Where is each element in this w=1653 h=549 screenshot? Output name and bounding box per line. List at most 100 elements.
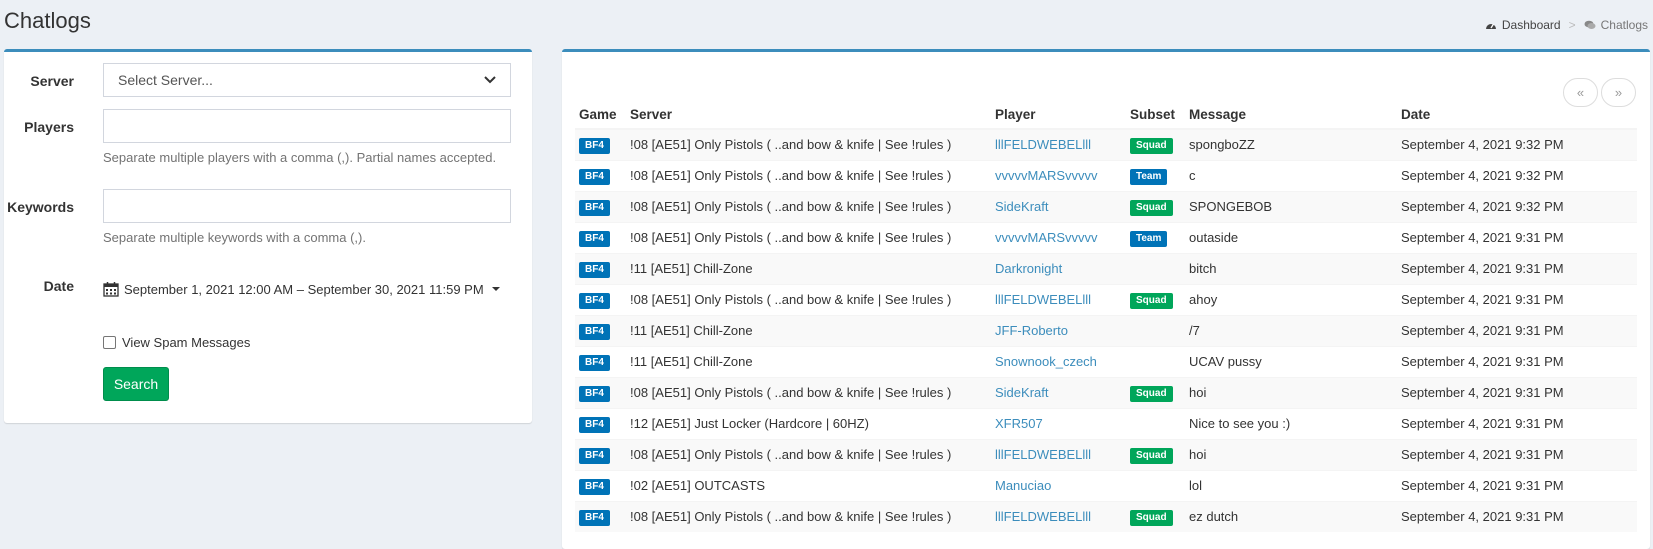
table-header-row: Game Server Player Subset Message Date (575, 101, 1637, 130)
player-cell: XFR507 (991, 407, 1126, 439)
date-cell: September 4, 2021 9:31 PM (1397, 314, 1637, 346)
game-cell: BF4 (575, 500, 626, 532)
server-cell: !12 [AE51] Just Locker (Hardcore | 60HZ) (626, 407, 991, 439)
spam-checkbox-label: View Spam Messages (122, 335, 251, 350)
spam-checkbox[interactable] (103, 336, 116, 349)
caret-down-icon (491, 287, 500, 291)
comments-icon (1584, 20, 1596, 29)
spam-toggle[interactable]: View Spam Messages (103, 335, 250, 350)
player-link[interactable]: JFF-Roberto (995, 323, 1068, 338)
player-link[interactable]: Snownook_czech (995, 354, 1097, 369)
subset-badge: Team (1130, 168, 1168, 185)
game-badge: BF4 (579, 168, 610, 185)
message-cell: spongboZZ (1185, 128, 1397, 160)
date-cell: September 4, 2021 9:31 PM (1397, 438, 1637, 470)
server-cell: !11 [AE51] Chill-Zone (626, 345, 991, 377)
players-label: Players (24, 119, 74, 135)
calendar-icon (103, 282, 119, 297)
player-cell: SideKraft (991, 190, 1126, 222)
game-cell: BF4 (575, 283, 626, 315)
breadcrumb-separator: > (1568, 18, 1576, 32)
breadcrumb-current: Chatlogs (1600, 18, 1648, 32)
subset-cell: Squad (1126, 283, 1185, 315)
game-badge: BF4 (579, 354, 610, 371)
player-link[interactable]: lllFELDWEBELlll (995, 509, 1091, 524)
table-row: BF4 !11 [AE51] Chill-Zone Darkronight bitch… (575, 252, 1637, 284)
server-cell: !08 [AE51] Only Pistols ( ..and bow & kn… (626, 190, 991, 222)
chevron-down-icon (484, 76, 496, 84)
keywords-input[interactable] (103, 189, 511, 223)
date-cell: September 4, 2021 9:31 PM (1397, 407, 1637, 439)
date-label: Date (43, 278, 74, 294)
table-row: BF4 !08 [AE51] Only Pistols ( ..and bow &… (575, 500, 1637, 532)
game-badge: BF4 (579, 509, 610, 526)
subset-cell: Squad (1126, 190, 1185, 222)
breadcrumb-dashboard-link[interactable]: Dashboard (1502, 18, 1561, 32)
server-select[interactable]: Select Server... (103, 63, 511, 97)
player-cell: vvvvvMARSvvvvv (991, 159, 1126, 191)
subset-cell: Squad (1126, 438, 1185, 470)
breadcrumb: Dashboard > Chatlogs (1485, 18, 1648, 32)
message-cell: hoi (1185, 438, 1397, 470)
player-cell: Manuciao (991, 469, 1126, 501)
player-link[interactable]: vvvvvMARSvvvvv (995, 230, 1098, 245)
server-cell: !08 [AE51] Only Pistols ( ..and bow & kn… (626, 159, 991, 191)
date-cell: September 4, 2021 9:32 PM (1397, 190, 1637, 222)
table-row: BF4 !08 [AE51] Only Pistols ( ..and bow &… (575, 376, 1637, 408)
keywords-help-text: Separate multiple keywords with a comma … (103, 230, 366, 245)
player-link[interactable]: lllFELDWEBELlll (995, 292, 1091, 307)
game-badge: BF4 (579, 447, 610, 464)
player-link[interactable]: SideKraft (995, 385, 1048, 400)
subset-badge: Squad (1130, 292, 1173, 309)
column-header-player: Player (991, 101, 1126, 130)
player-link[interactable]: lllFELDWEBELlll (995, 447, 1091, 462)
game-badge: BF4 (579, 230, 610, 247)
player-link[interactable]: SideKraft (995, 199, 1048, 214)
column-header-server: Server (626, 101, 991, 130)
player-link[interactable]: Darkronight (995, 261, 1062, 276)
player-link[interactable]: lllFELDWEBELlll (995, 137, 1091, 152)
date-cell: September 4, 2021 9:31 PM (1397, 221, 1637, 253)
game-cell: BF4 (575, 221, 626, 253)
players-input[interactable] (103, 109, 511, 143)
table-row: BF4 !08 [AE51] Only Pistols ( ..and bow &… (575, 190, 1637, 222)
server-cell: !11 [AE51] Chill-Zone (626, 252, 991, 284)
player-cell: Darkronight (991, 252, 1126, 284)
date-range-picker[interactable]: September 1, 2021 12:00 AM – September 3… (103, 281, 500, 297)
subset-cell (1126, 469, 1185, 501)
subset-badge: Squad (1130, 385, 1173, 402)
message-cell: bitch (1185, 252, 1397, 284)
subset-badge: Squad (1130, 509, 1173, 526)
column-header-game: Game (575, 101, 626, 130)
server-cell: !11 [AE51] Chill-Zone (626, 314, 991, 346)
player-cell: SideKraft (991, 376, 1126, 408)
subset-cell: Team (1126, 159, 1185, 191)
subset-cell (1126, 345, 1185, 377)
subset-cell (1126, 407, 1185, 439)
tachometer-icon (1485, 23, 1496, 29)
message-cell: ez dutch (1185, 500, 1397, 532)
message-cell: outaside (1185, 221, 1397, 253)
player-link[interactable]: XFR507 (995, 416, 1043, 431)
game-cell: BF4 (575, 190, 626, 222)
game-badge: BF4 (579, 261, 610, 278)
message-cell: c (1185, 159, 1397, 191)
page-title: Chatlogs (4, 8, 91, 33)
table-row: BF4 !02 [AE51] OUTCASTS Manuciao lol Septemb… (575, 469, 1637, 501)
search-button[interactable]: Search (103, 367, 169, 401)
player-cell: JFF-Roberto (991, 314, 1126, 346)
table-row: BF4 !08 [AE51] Only Pistols ( ..and bow &… (575, 438, 1637, 470)
subset-cell: Team (1126, 221, 1185, 253)
player-cell: Snownook_czech (991, 345, 1126, 377)
player-link[interactable]: vvvvvMARSvvvvv (995, 168, 1098, 183)
game-badge: BF4 (579, 416, 610, 433)
game-cell: BF4 (575, 314, 626, 346)
game-cell: BF4 (575, 407, 626, 439)
subset-badge: Squad (1130, 137, 1173, 154)
date-cell: September 4, 2021 9:31 PM (1397, 252, 1637, 284)
players-help-text: Separate multiple players with a comma (… (103, 150, 497, 165)
message-cell: UCAV pussy (1185, 345, 1397, 377)
server-cell: !08 [AE51] Only Pistols ( ..and bow & kn… (626, 221, 991, 253)
player-link[interactable]: Manuciao (995, 478, 1051, 493)
game-cell: BF4 (575, 469, 626, 501)
